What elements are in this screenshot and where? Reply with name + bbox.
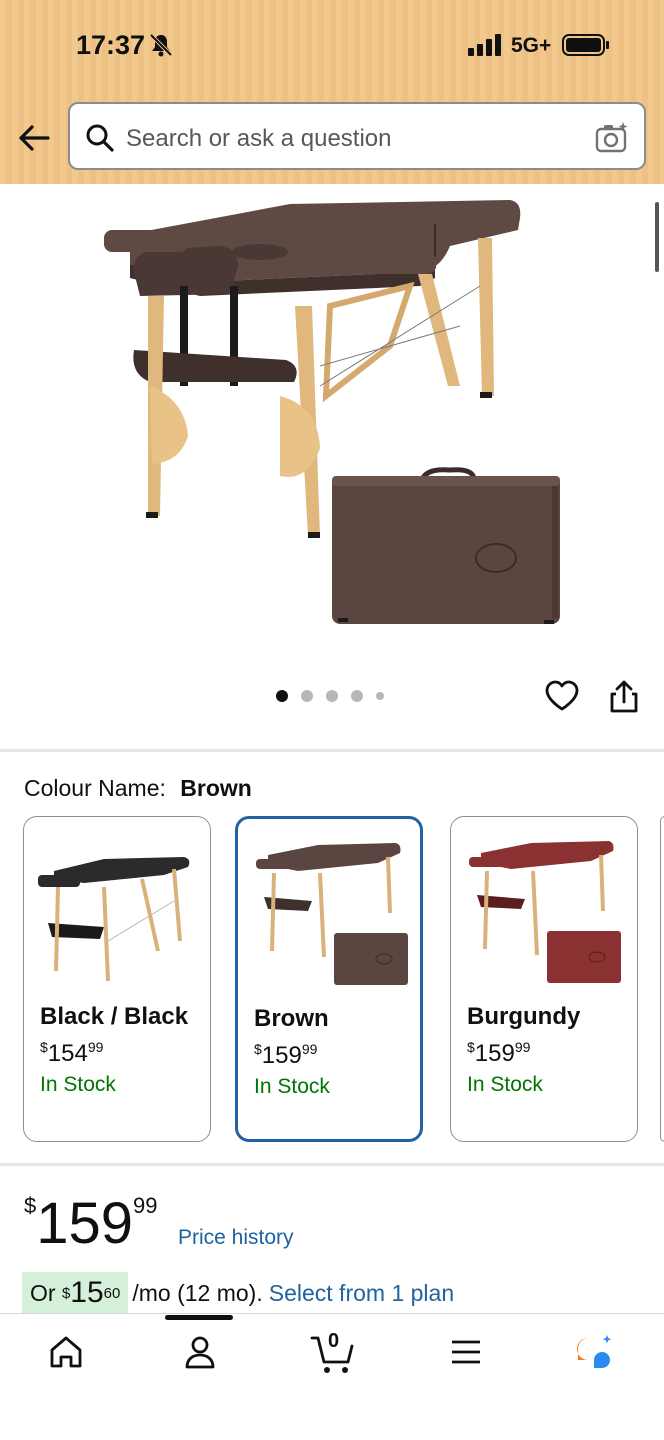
cart-button[interactable]: 0 [310,1330,356,1376]
account-icon[interactable] [180,1332,220,1372]
colour-option-image [256,843,408,985]
search-bar[interactable]: Search or ask a question [68,102,646,170]
network-label: 5G+ [511,34,552,57]
bell-off-icon [149,33,173,57]
app-header: 17:37 5G+ Search or ask a question [0,0,664,184]
pagination-dot[interactable] [326,690,338,702]
colour-option-name: Burgundy [467,1003,581,1030]
pagination-dot[interactable] [301,690,313,702]
cellular-signal-icon [468,34,501,56]
colour-option-name: Black / Black [40,1003,189,1030]
pagination-dot[interactable] [276,690,288,702]
colour-option-brown[interactable]: Brown $15999 In Stock [235,816,423,1142]
colour-option-price: $15999 [254,1041,318,1069]
bottom-navigation: 0 [0,1313,664,1440]
colour-option-stock: In Stock [254,1075,330,1098]
colour-option-price: $15999 [467,1039,531,1067]
heart-icon[interactable] [544,678,580,714]
colour-option-stock: In Stock [467,1073,543,1096]
colour-option-stock: In Stock [40,1073,116,1096]
installment-row: Or $15 60 /mo (12 mo). Select from 1 plan [22,1272,454,1314]
battery-icon [562,34,609,56]
cart-count: 0 [328,1330,340,1352]
colour-name-row: Colour Name: Brown [24,775,252,802]
menu-icon[interactable] [446,1332,486,1372]
colour-option-image [38,857,190,982]
colour-label: Colour Name: [24,775,166,801]
price-history-link[interactable]: Price history [178,1226,294,1250]
section-divider [0,1163,664,1166]
search-icon [86,124,114,152]
nav-active-indicator [165,1315,233,1320]
image-scrollbar[interactable] [655,202,659,272]
pagination-dot[interactable] [376,692,384,700]
colour-option-next-edge[interactable] [660,816,664,1142]
share-icon[interactable] [608,678,640,714]
colour-option-name: Brown [254,1005,329,1032]
search-input[interactable]: Search or ask a question [126,125,392,153]
image-pagination[interactable] [276,689,384,703]
colour-option-black[interactable]: Black / Black $15499 In Stock [23,816,211,1142]
select-plan-link[interactable]: Select from 1 plan [269,1280,454,1307]
product-image[interactable] [90,186,570,646]
home-icon[interactable] [46,1332,86,1372]
colour-selected-value: Brown [180,775,252,801]
status-time: 17:37 [76,30,146,60]
colour-option-image [469,841,621,983]
colour-option-burgundy[interactable]: Burgundy $15999 In Stock [450,816,638,1142]
colour-option-price: $15499 [40,1039,104,1067]
installment-badge: Or $15 60 [22,1272,129,1314]
camera-search-icon[interactable] [594,120,630,156]
product-price: $15999 [24,1191,158,1256]
back-arrow-icon[interactable] [16,120,54,156]
pagination-dot[interactable] [351,690,363,702]
installment-terms: /mo (12 mo). [132,1279,263,1306]
rufus-icon[interactable] [574,1332,614,1372]
section-divider [0,749,664,752]
